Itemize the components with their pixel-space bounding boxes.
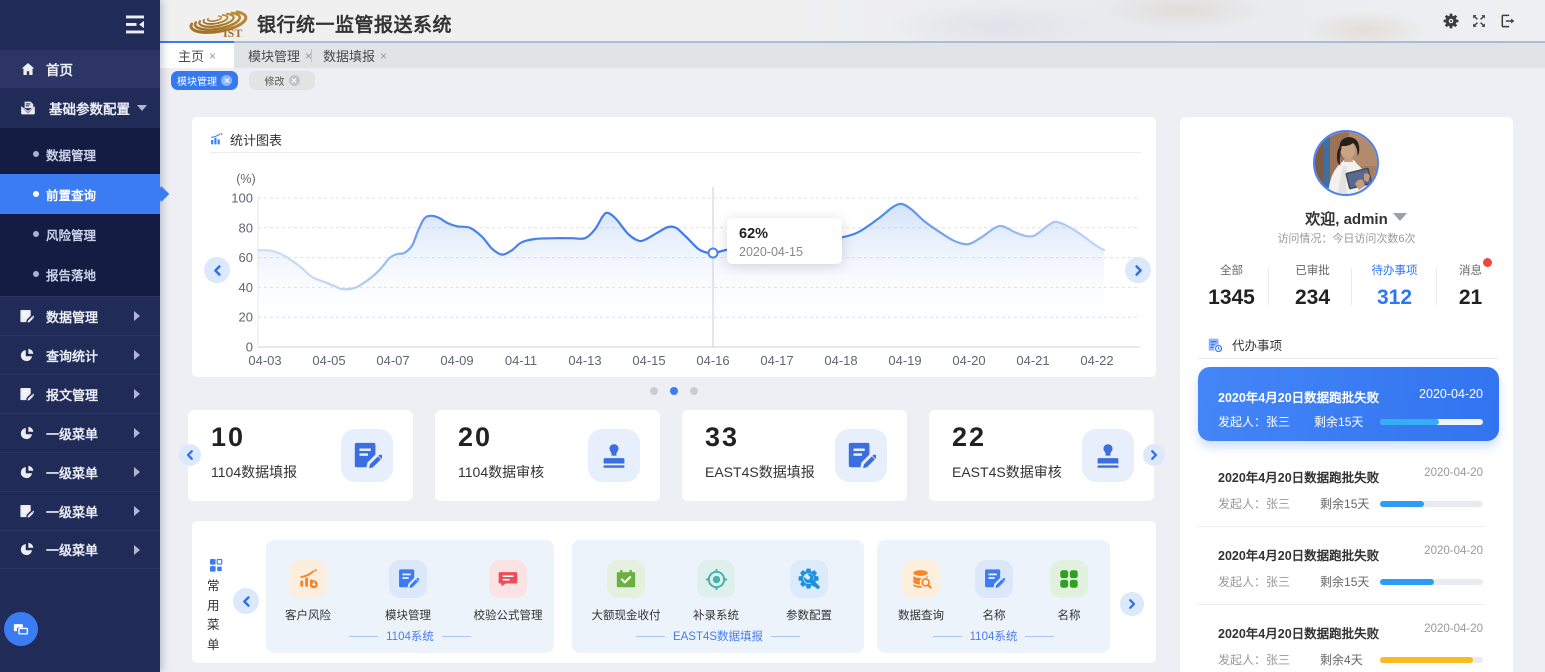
svg-text:60: 60 bbox=[239, 250, 253, 265]
svg-text:04-05: 04-05 bbox=[312, 353, 345, 368]
svg-text:100: 100 bbox=[231, 191, 253, 206]
svg-text:04-15: 04-15 bbox=[632, 353, 665, 368]
svg-text:04-03: 04-03 bbox=[248, 353, 281, 368]
svg-text:40: 40 bbox=[239, 280, 253, 295]
svg-text:04-13: 04-13 bbox=[568, 353, 601, 368]
svg-text:2020-04-15: 2020-04-15 bbox=[739, 245, 803, 259]
svg-text:20: 20 bbox=[239, 310, 253, 325]
svg-text:04-17: 04-17 bbox=[760, 353, 793, 368]
svg-text:04-07: 04-07 bbox=[376, 353, 409, 368]
svg-text:04-09: 04-09 bbox=[440, 353, 473, 368]
svg-text:IST: IST bbox=[223, 26, 242, 38]
svg-text:04-20: 04-20 bbox=[952, 353, 985, 368]
svg-text:62%: 62% bbox=[739, 226, 768, 242]
svg-text:80: 80 bbox=[239, 220, 253, 235]
svg-text:04-22: 04-22 bbox=[1080, 353, 1113, 368]
svg-text:04-19: 04-19 bbox=[888, 353, 921, 368]
svg-text:(%): (%) bbox=[236, 172, 255, 186]
svg-text:04-16: 04-16 bbox=[696, 353, 729, 368]
svg-text:04-11: 04-11 bbox=[505, 353, 537, 368]
svg-text:04-21: 04-21 bbox=[1016, 353, 1049, 368]
svg-text:04-18: 04-18 bbox=[824, 353, 857, 368]
